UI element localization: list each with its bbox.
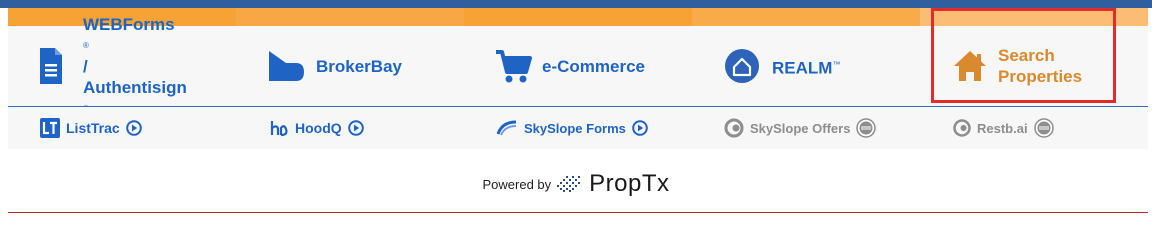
realm-house-icon [724, 48, 760, 84]
nav-label-search-properties: Search Properties [998, 46, 1083, 86]
nav-label-ecommerce: e-Commerce [542, 56, 645, 76]
secondary-nav: ListTrac HoodQ SkySlope Forms SkySlope O… [8, 107, 1148, 149]
play-circle-icon[interactable] [632, 120, 648, 136]
play-circle-icon[interactable] [347, 120, 364, 136]
orange-segment [692, 8, 920, 26]
proptx-brand[interactable]: PropTx [589, 170, 669, 198]
subnav-label-hoodq: HoodQ [295, 120, 342, 136]
subnav-item-restb[interactable]: Restb.ai [953, 107, 1054, 149]
hoodq-logo-icon [269, 118, 289, 138]
subnav-item-skyslope-forms[interactable]: SkySlope Forms [496, 107, 648, 149]
orange-segment [236, 8, 464, 26]
nav-label-webforms: WEBForms®/ Authentisign® [83, 14, 187, 113]
subnav-label-skyslope-offers: SkySlope Offers [750, 120, 851, 136]
nav-item-webforms[interactable]: WEBForms®/ Authentisign® [38, 15, 187, 113]
skyslope-logo-icon [496, 118, 518, 138]
powered-by: Powered by PropTx [0, 170, 1152, 198]
shopping-cart-icon [494, 48, 532, 84]
document-icon [38, 46, 64, 86]
restb-logo-icon [953, 119, 971, 137]
nav-label-realm: REALM™ [772, 58, 841, 78]
subnav-item-hoodq[interactable]: HoodQ [269, 107, 364, 149]
home-icon [952, 49, 988, 83]
bottom-line [8, 212, 1148, 213]
subnav-item-skyslope-offers[interactable]: SkySlope Offers [724, 107, 877, 149]
skyslope-offers-logo-icon [724, 118, 744, 138]
top-blue-bar [0, 0, 1152, 8]
nav-label-brokerbay: BrokerBay [316, 56, 402, 76]
nav-item-search-properties[interactable]: Search Properties [952, 26, 1082, 106]
brokerbay-logo-icon [266, 46, 306, 86]
powered-by-text: Powered by [482, 176, 552, 192]
play-circle-icon[interactable] [125, 120, 142, 136]
proptx-logo-icon [557, 175, 583, 193]
main-nav: WEBForms®/ Authentisign® BrokerBay e-Com… [8, 15, 1148, 113]
subnav-item-listtrac[interactable]: ListTrac [40, 107, 142, 149]
coming-soon-badge-icon [1033, 118, 1054, 138]
subnav-label-restb: Restb.ai [977, 120, 1028, 136]
subnav-label-listtrac: ListTrac [66, 120, 120, 136]
nav-item-ecommerce[interactable]: e-Commerce [494, 26, 645, 106]
listtrac-logo-icon [40, 118, 60, 138]
nav-item-brokerbay[interactable]: BrokerBay [266, 26, 402, 106]
orange-segment [464, 8, 692, 26]
subnav-label-skyslope-forms: SkySlope Forms [524, 120, 626, 136]
coming-soon-badge-icon [856, 118, 877, 138]
orange-segment [920, 8, 1148, 26]
nav-item-realm[interactable]: REALM™ [724, 26, 840, 106]
